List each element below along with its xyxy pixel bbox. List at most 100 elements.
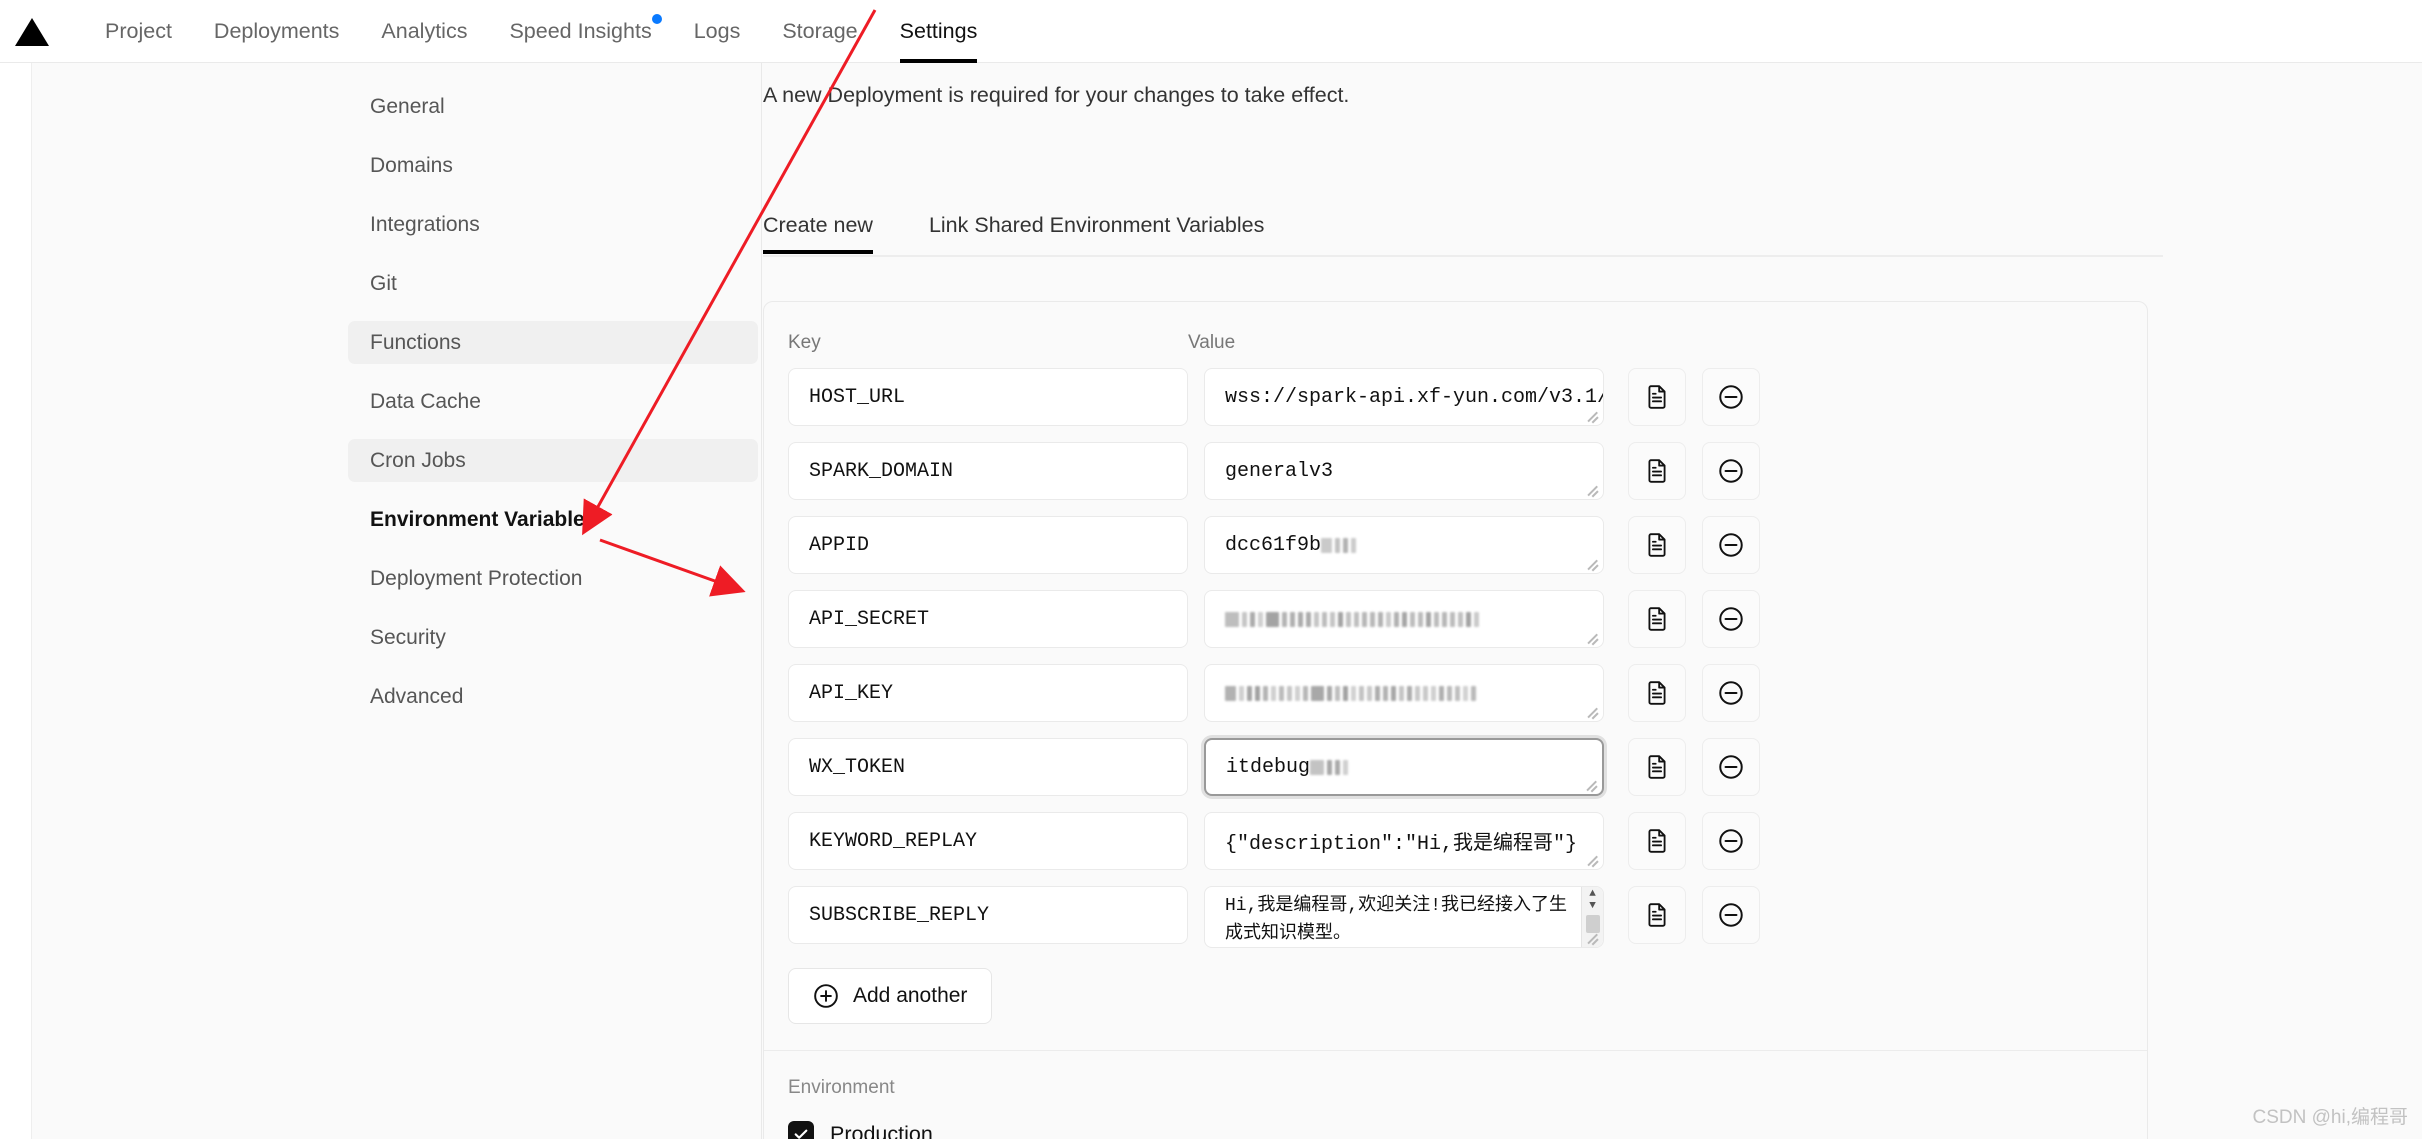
redacted-block (1442, 611, 1447, 627)
redacted-block (1343, 685, 1348, 701)
redacted-block (1322, 611, 1327, 627)
sidebar-item-environment-variables[interactable]: Environment Variables (348, 498, 758, 541)
sidebar-item-data-cache[interactable]: Data Cache (348, 380, 758, 423)
row-remove-button[interactable] (1702, 664, 1760, 722)
environment-production-row[interactable]: Production (788, 1121, 2123, 1139)
value-input[interactable]: {"description":"Hi,我是编程哥"} (1204, 812, 1604, 870)
resize-grip[interactable] (1585, 630, 1599, 644)
value-input[interactable]: dcc61f9b (1204, 516, 1604, 574)
redacted-block (1310, 759, 1325, 775)
value-input[interactable]: wss://spark-api.xf-yun.com/v3.1/chat (1204, 368, 1604, 426)
row-remove-button[interactable] (1702, 738, 1760, 796)
sidebar-item-integrations[interactable]: Integrations (348, 203, 758, 246)
check-icon (794, 1129, 808, 1139)
row-document-button[interactable] (1628, 442, 1686, 500)
row-remove-button[interactable] (1702, 368, 1760, 426)
key-input-value: API_KEY (809, 681, 894, 705)
row-document-button[interactable] (1628, 886, 1686, 944)
resize-grip[interactable] (1585, 408, 1599, 422)
key-input[interactable]: SUBSCRIBE_REPLY (788, 886, 1188, 944)
value-scrollbar[interactable]: ▲ ▼ (1581, 887, 1603, 947)
redacted-block (1399, 685, 1404, 701)
redacted-block (1455, 685, 1460, 701)
key-input[interactable]: WX_TOKEN (788, 738, 1188, 796)
sidebar-item-security[interactable]: Security (348, 616, 758, 659)
row-remove-button[interactable] (1702, 516, 1760, 574)
tab-link-shared-environment-variables[interactable]: Link Shared Environment Variables (911, 213, 1282, 252)
value-input[interactable]: generalv3 (1204, 442, 1604, 500)
value-input[interactable] (1204, 664, 1604, 722)
top-nav-item-project[interactable]: Project (84, 0, 193, 63)
redacted-block (1351, 537, 1357, 553)
document-icon (1648, 459, 1666, 483)
production-checkbox[interactable] (788, 1121, 814, 1139)
add-another-button[interactable]: Add another (788, 968, 993, 1024)
scroll-thumb[interactable] (1585, 915, 1600, 933)
redacted-block (1290, 611, 1295, 627)
row-document-button[interactable] (1628, 368, 1686, 426)
redacted-block (1335, 537, 1341, 553)
key-input-value: KEYWORD_REPLAY (809, 829, 978, 853)
row-document-button[interactable] (1628, 664, 1686, 722)
key-input[interactable]: SPARK_DOMAIN (788, 442, 1188, 500)
top-nav-item-speed-insights[interactable]: Speed Insights (488, 0, 672, 63)
sidebar-item-deployment-protection[interactable]: Deployment Protection (348, 557, 758, 600)
row-remove-button[interactable] (1702, 590, 1760, 648)
top-nav-item-label: Analytics (381, 18, 468, 43)
top-nav-item-analytics[interactable]: Analytics (360, 0, 488, 63)
row-document-button[interactable] (1628, 590, 1686, 648)
top-nav-item-settings[interactable]: Settings (879, 0, 999, 63)
value-input[interactable] (1204, 590, 1604, 648)
row-document-button[interactable] (1628, 516, 1686, 574)
minus-circle-icon (1719, 681, 1743, 705)
sidebar-item-domains[interactable]: Domains (348, 144, 758, 187)
key-input[interactable]: API_KEY (788, 664, 1188, 722)
tab-create-new[interactable]: Create new (763, 213, 891, 254)
key-input[interactable]: KEYWORD_REPLAY (788, 812, 1188, 870)
env-var-row: KEYWORD_REPLAY {"description":"Hi,我是编程哥"} (788, 812, 2123, 870)
sidebar-item-advanced[interactable]: Advanced (348, 675, 758, 718)
row-remove-button[interactable] (1702, 812, 1760, 870)
scroll-up-icon[interactable]: ▲ (1589, 889, 1596, 900)
redacted-block (1351, 685, 1356, 701)
redacted-block (1370, 611, 1375, 627)
top-navigation-bar: Project Deployments Analytics Speed Insight… (0, 0, 2422, 63)
redacted-block (1295, 685, 1300, 701)
top-nav-item-deployments[interactable]: Deployments (193, 0, 360, 63)
row-document-button[interactable] (1628, 812, 1686, 870)
sidebar-item-label: General (370, 94, 445, 118)
main-content: A new Deployment is required for your ch… (763, 63, 2422, 1139)
resize-grip[interactable] (1585, 556, 1599, 570)
value-input[interactable]: Hi,我是编程哥,欢迎关注!我已经接入了生成式知识模型。 ▲ ▼ (1204, 886, 1604, 948)
sidebar-item-git[interactable]: Git (348, 262, 758, 305)
resize-grip[interactable] (1585, 852, 1599, 866)
key-input-value: HOST_URL (809, 385, 906, 409)
value-input-value: Hi,我是编程哥,欢迎关注!我已经接入了生成式知识模型。 (1225, 896, 1568, 944)
key-input[interactable]: APPID (788, 516, 1188, 574)
sidebar-item-label: Integrations (370, 212, 480, 236)
sidebar-item-general[interactable]: General (348, 85, 758, 128)
triangle-logo-icon[interactable] (14, 16, 50, 47)
row-document-button[interactable] (1628, 738, 1686, 796)
settings-sidebar-items: General Domains Integrations Git Functions Da… (348, 85, 758, 734)
row-remove-button[interactable] (1702, 442, 1760, 500)
resize-grip[interactable] (1585, 482, 1599, 496)
scroll-down-icon[interactable]: ▼ (1589, 901, 1596, 912)
top-nav-item-logs[interactable]: Logs (673, 0, 762, 63)
sidebar-item-cron-jobs[interactable]: Cron Jobs (348, 439, 758, 482)
resize-grip[interactable] (1585, 704, 1599, 718)
value-input[interactable]: itdebug (1204, 738, 1604, 796)
redacted-block (1311, 685, 1324, 701)
key-input[interactable]: HOST_URL (788, 368, 1188, 426)
key-input[interactable]: API_SECRET (788, 590, 1188, 648)
production-label: Production (830, 1121, 933, 1139)
redacted-block (1306, 611, 1311, 627)
document-icon (1648, 385, 1666, 409)
resize-grip[interactable] (1584, 777, 1598, 791)
sidebar-item-functions[interactable]: Functions (348, 321, 758, 364)
row-remove-button[interactable] (1702, 886, 1760, 944)
env-var-row: SUBSCRIBE_REPLY Hi,我是编程哥,欢迎关注!我已经接入了生成式知识… (788, 886, 2123, 948)
app-root: Project Deployments Analytics Speed Insight… (0, 0, 2422, 1139)
top-nav-item-storage[interactable]: Storage (761, 0, 878, 63)
redacted-block (1258, 611, 1263, 627)
